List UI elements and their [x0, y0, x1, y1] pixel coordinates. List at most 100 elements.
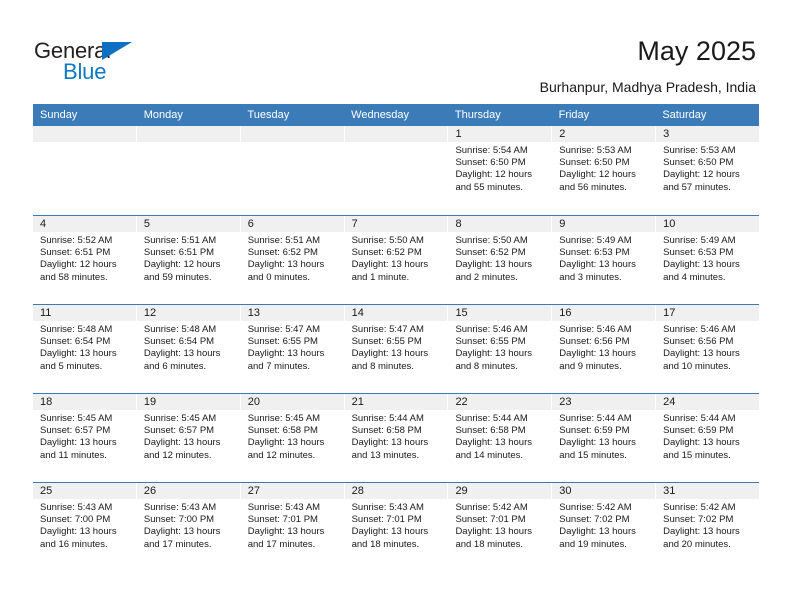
sunrise-text: Sunrise: 5:50 AM	[455, 235, 528, 246]
daylight-text: Daylight: 13 hours and 3 minutes.	[559, 259, 636, 283]
sunset-text: Sunset: 7:02 PM	[559, 514, 630, 526]
sunrise-text: Sunrise: 5:43 AM	[247, 502, 321, 513]
logo-text-blue: Blue	[63, 59, 107, 84]
calendar-day-cell[interactable]: 18 Sunrise: 5:45 AM Sunset: 6:57 PM Dayligh…	[33, 394, 137, 482]
day-number	[240, 126, 344, 142]
calendar-day-cell[interactable]: 31 Sunrise: 5:42 AM Sunset: 7:02 PM Dayligh…	[656, 483, 760, 571]
calendar-day-cell[interactable]: 21 Sunrise: 5:44 AM Sunset: 6:58 PM Dayligh…	[344, 394, 449, 482]
day-number: 10	[656, 216, 760, 232]
day-sun-info: Sunrise: 5:48 AM Sunset: 6:54 PM Daylight:…	[33, 321, 136, 373]
daylight-text: Daylight: 13 hours and 15 minutes.	[663, 437, 740, 461]
calendar-day-cell[interactable]: 3 Sunrise: 5:53 AM Sunset: 6:50 PM Daylight…	[656, 126, 760, 215]
sunrise-text: Sunrise: 5:46 AM	[663, 324, 736, 335]
calendar-day-cell[interactable]: 15 Sunrise: 5:46 AM Sunset: 6:55 PM Dayligh…	[448, 305, 553, 393]
calendar-day-cell[interactable]: 7 Sunrise: 5:50 AM Sunset: 6:52 PM Daylight…	[344, 216, 449, 304]
sunrise-text: Sunrise: 5:47 AM	[351, 324, 424, 335]
daylight-text: Daylight: 13 hours and 12 minutes.	[143, 437, 221, 461]
sunrise-text: Sunrise: 5:43 AM	[40, 502, 113, 513]
calendar-day-cell[interactable]: 10 Sunrise: 5:49 AM Sunset: 6:53 PM Dayligh…	[656, 216, 760, 304]
calendar-day-cell[interactable]: 12 Sunrise: 5:48 AM Sunset: 6:54 PM Dayligh…	[136, 305, 241, 393]
daylight-text: Daylight: 12 hours and 57 minutes.	[663, 169, 740, 193]
calendar-day-cell[interactable]: 14 Sunrise: 5:47 AM Sunset: 6:55 PM Dayligh…	[344, 305, 449, 393]
sunrise-text: Sunrise: 5:51 AM	[247, 235, 321, 246]
daylight-text: Daylight: 13 hours and 18 minutes.	[455, 526, 533, 550]
daylight-text: Daylight: 13 hours and 7 minutes.	[247, 348, 325, 372]
calendar-day-cell[interactable]: 24 Sunrise: 5:44 AM Sunset: 6:59 PM Dayligh…	[656, 394, 760, 482]
calendar-day-cell[interactable]: 1 Sunrise: 5:54 AM Sunset: 6:50 PM Daylight…	[448, 126, 553, 215]
sunset-text: Sunset: 6:56 PM	[663, 336, 734, 348]
sunset-text: Sunset: 6:50 PM	[663, 157, 734, 169]
sunrise-text: Sunrise: 5:52 AM	[40, 235, 113, 246]
page-title: May 2025	[637, 36, 756, 66]
daylight-text: Daylight: 13 hours and 8 minutes.	[455, 348, 533, 372]
sunrise-text: Sunrise: 5:45 AM	[40, 413, 113, 424]
sunset-text: Sunset: 6:50 PM	[559, 157, 630, 169]
day-sun-info: Sunrise: 5:53 AM Sunset: 6:50 PM Daylight:…	[552, 142, 655, 194]
daylight-text: Daylight: 13 hours and 10 minutes.	[663, 348, 740, 372]
calendar-week-row: 1 Sunrise: 5:54 AM Sunset: 6:50 PM Daylight…	[33, 126, 760, 215]
sunset-text: Sunset: 6:53 PM	[663, 247, 734, 259]
calendar-day-cell[interactable]: 6 Sunrise: 5:51 AM Sunset: 6:52 PM Daylight…	[240, 216, 345, 304]
day-sun-info: Sunrise: 5:53 AM Sunset: 6:50 PM Daylight:…	[656, 142, 759, 194]
calendar-day-cell[interactable]: 29 Sunrise: 5:42 AM Sunset: 7:01 PM Dayligh…	[448, 483, 553, 571]
day-number: 1	[448, 126, 552, 142]
calendar-day-cell[interactable]: 19 Sunrise: 5:45 AM Sunset: 6:57 PM Dayligh…	[136, 394, 241, 482]
sunrise-text: Sunrise: 5:48 AM	[40, 324, 113, 335]
calendar-day-cell[interactable]: 13 Sunrise: 5:47 AM Sunset: 6:55 PM Dayligh…	[240, 305, 345, 393]
sunset-text: Sunset: 7:01 PM	[455, 514, 526, 526]
calendar-weeks: 1 Sunrise: 5:54 AM Sunset: 6:50 PM Daylight…	[33, 126, 760, 571]
day-number: 23	[552, 394, 656, 410]
day-number: 16	[552, 305, 656, 321]
day-of-week-header-row: Sunday Monday Tuesday Wednesday Thursday Frid…	[33, 104, 759, 126]
calendar-day-cell[interactable]: 22 Sunrise: 5:44 AM Sunset: 6:58 PM Dayligh…	[448, 394, 553, 482]
sunrise-text: Sunrise: 5:43 AM	[143, 502, 217, 513]
day-of-week-header-sunday: Sunday	[40, 109, 78, 121]
sunset-text: Sunset: 6:55 PM	[247, 336, 318, 348]
day-number	[344, 126, 448, 142]
day-sun-info: Sunrise: 5:42 AM Sunset: 7:02 PM Daylight:…	[656, 499, 759, 551]
daylight-text: Daylight: 13 hours and 17 minutes.	[143, 526, 221, 550]
sunrise-text: Sunrise: 5:54 AM	[455, 145, 528, 156]
calendar-day-cell[interactable]: 20 Sunrise: 5:45 AM Sunset: 6:58 PM Dayligh…	[240, 394, 345, 482]
calendar-day-cell[interactable]: 17 Sunrise: 5:46 AM Sunset: 6:56 PM Dayligh…	[656, 305, 760, 393]
calendar-day-cell[interactable]: 16 Sunrise: 5:46 AM Sunset: 6:56 PM Dayligh…	[552, 305, 657, 393]
sunrise-text: Sunrise: 5:44 AM	[663, 413, 736, 424]
daylight-text: Daylight: 13 hours and 14 minutes.	[455, 437, 533, 461]
sunset-text: Sunset: 6:54 PM	[143, 336, 215, 348]
day-number: 3	[656, 126, 760, 142]
day-number: 30	[552, 483, 656, 499]
calendar-day-cell[interactable]: 27 Sunrise: 5:43 AM Sunset: 7:01 PM Dayligh…	[240, 483, 345, 571]
day-sun-info: Sunrise: 5:49 AM Sunset: 6:53 PM Daylight:…	[656, 232, 759, 284]
calendar-day-cell[interactable]: 23 Sunrise: 5:44 AM Sunset: 6:59 PM Dayligh…	[552, 394, 657, 482]
sunrise-text: Sunrise: 5:50 AM	[351, 235, 424, 246]
calendar-day-cell[interactable]: 5 Sunrise: 5:51 AM Sunset: 6:51 PM Daylight…	[136, 216, 241, 304]
sunset-text: Sunset: 7:00 PM	[143, 514, 215, 526]
calendar-grid: Sunday Monday Tuesday Wednesday Thursday Frid…	[33, 104, 760, 571]
calendar-day-cell[interactable]: 30 Sunrise: 5:42 AM Sunset: 7:02 PM Dayligh…	[552, 483, 657, 571]
daylight-text: Daylight: 13 hours and 15 minutes.	[559, 437, 636, 461]
sunrise-text: Sunrise: 5:49 AM	[663, 235, 736, 246]
sunrise-text: Sunrise: 5:45 AM	[143, 413, 217, 424]
day-number: 15	[448, 305, 552, 321]
day-number: 13	[240, 305, 344, 321]
daylight-text: Daylight: 13 hours and 9 minutes.	[559, 348, 636, 372]
calendar-day-cell[interactable]: 28 Sunrise: 5:43 AM Sunset: 7:01 PM Dayligh…	[344, 483, 449, 571]
calendar-day-cell[interactable]: 9 Sunrise: 5:49 AM Sunset: 6:53 PM Daylight…	[552, 216, 657, 304]
calendar-day-cell[interactable]: 26 Sunrise: 5:43 AM Sunset: 7:00 PM Dayligh…	[136, 483, 241, 571]
sunset-text: Sunset: 6:54 PM	[40, 336, 111, 348]
day-number: 29	[448, 483, 552, 499]
sunset-text: Sunset: 7:02 PM	[663, 514, 734, 526]
sunset-text: Sunset: 6:58 PM	[247, 425, 318, 437]
day-sun-info: Sunrise: 5:45 AM Sunset: 6:57 PM Daylight:…	[137, 410, 240, 462]
day-number: 12	[136, 305, 240, 321]
daylight-text: Daylight: 13 hours and 2 minutes.	[455, 259, 533, 283]
calendar-day-cell[interactable]: 2 Sunrise: 5:53 AM Sunset: 6:50 PM Daylight…	[552, 126, 657, 215]
general-blue-logo[interactable]: General Blue	[34, 38, 154, 86]
day-sun-info: Sunrise: 5:43 AM Sunset: 7:00 PM Daylight:…	[137, 499, 240, 551]
calendar-day-cell[interactable]: 25 Sunrise: 5:43 AM Sunset: 7:00 PM Dayligh…	[33, 483, 137, 571]
calendar-day-cell[interactable]: 11 Sunrise: 5:48 AM Sunset: 6:54 PM Dayligh…	[33, 305, 137, 393]
calendar-day-cell[interactable]: 8 Sunrise: 5:50 AM Sunset: 6:52 PM Daylight…	[448, 216, 553, 304]
sunset-text: Sunset: 6:50 PM	[455, 157, 526, 169]
day-sun-info: Sunrise: 5:51 AM Sunset: 6:52 PM Daylight:…	[241, 232, 344, 284]
calendar-day-cell[interactable]: 4 Sunrise: 5:52 AM Sunset: 6:51 PM Daylight…	[33, 216, 137, 304]
